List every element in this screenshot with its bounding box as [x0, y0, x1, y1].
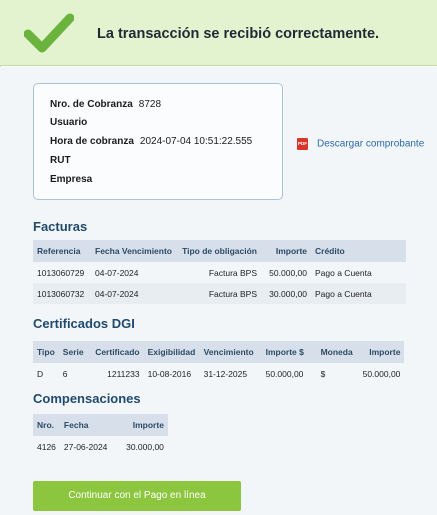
checkmark-icon — [24, 13, 74, 53]
facturas-header-cell: Tipo de obligación — [176, 240, 261, 262]
facturas-header-row: Referencia Fecha Vencimiento Tipo de oblig… — [33, 240, 406, 262]
table-cell: 4126 — [37, 441, 56, 452]
certificados-header-cell: Vencimiento — [199, 341, 262, 363]
compensaciones-table: Nro. Fecha Importe 4126 27-06-2024 30.000,00 — [33, 414, 168, 457]
table-cell: 50.000,00 — [265, 368, 304, 379]
table-row: 1013060729 04-07-2024 Factura BPS 50.000,00… — [33, 262, 406, 283]
continue-payment-button[interactable]: Continuar con el Pago en línea — [33, 481, 241, 511]
rut-row: RUT — [50, 155, 77, 166]
table-row: D 6 1211233 10-08-2016 31-12-2025 50.000,00 $5… — [33, 363, 404, 384]
empresa-label: Empresa — [50, 174, 93, 185]
compensaciones-title: Compensaciones — [33, 391, 141, 406]
cobranza-value: 8728 — [138, 99, 162, 110]
table-cell: 27-06-2024 — [63, 441, 108, 452]
table-cell: 1013060732 — [33, 283, 91, 304]
table-cell: 30.000,00 — [261, 283, 311, 304]
facturas-header-cell: Fecha Vencimiento — [91, 240, 176, 262]
table-cell: 50.000,00 — [269, 267, 307, 278]
download-receipt-label[interactable]: Descargar comprobante — [317, 139, 424, 150]
facturas-title: Facturas — [33, 219, 88, 234]
main-content: Nro. de Cobranza 8728 Usuario Hora de cob… — [0, 67, 437, 515]
table-cell: 1013060729 — [37, 267, 85, 278]
facturas-header-cell: Crédito — [311, 240, 406, 262]
cobranza-row: Nro. de Cobranza 8728 — [50, 99, 161, 110]
table-cell: 04-07-2024 — [91, 283, 176, 304]
table-cell: Pago a Cuenta — [315, 267, 372, 278]
hora-row: Hora de cobranza 2024-07-04 10:51:22.555 — [50, 136, 252, 147]
table-cell: Factura BPS — [208, 267, 257, 278]
certificados-header-cell: Importe $ — [261, 341, 317, 363]
hora-value: 2024-07-04 10:51:22.555 — [139, 136, 253, 147]
certificados-header-cell: Importe — [358, 341, 405, 363]
table-cell: 1211233 — [107, 368, 140, 379]
certificados-header-row: Tipo Serie Certificado Exigibilidad Vencimie… — [33, 341, 405, 363]
table-cell: 50.000,00 — [362, 368, 401, 379]
certificados-header-cell: Serie — [58, 341, 88, 363]
table-cell: D — [37, 368, 44, 379]
table-row: 4126 27-06-2024 30.000,00 — [33, 436, 168, 457]
facturas-header-cell: Importe — [261, 240, 311, 262]
compensaciones-header-cell: Fecha — [59, 414, 113, 436]
compensaciones-header-cell: Importe — [112, 414, 168, 436]
table-row: 1013060732 04-07-2024 Factura BPS 30.000,00… — [33, 283, 406, 304]
certificados-header-cell: Tipo — [33, 341, 59, 363]
cobranza-label: Nro. de Cobranza — [50, 99, 133, 110]
usuario-label: Usuario — [50, 117, 88, 128]
download-receipt-link[interactable]: PDF Descargar comprobante — [297, 138, 424, 150]
table-cell: 04-07-2024 — [95, 267, 139, 278]
transaction-info-card: Nro. de Cobranza 8728 Usuario Hora de cob… — [33, 83, 283, 200]
certificados-table: Tipo Serie Certificado Exigibilidad Vencimie… — [33, 341, 405, 384]
empresa-row: Empresa — [50, 174, 98, 185]
table-cell: $ — [320, 368, 326, 379]
success-banner: La transacción se recibió correctamente. — [0, 0, 437, 66]
table-cell: Pago a Cuenta — [311, 283, 406, 304]
hora-label: Hora de cobranza — [50, 136, 134, 147]
certificados-header-cell: Certificado — [87, 341, 144, 363]
success-message: La transacción se recibió correctamente. — [97, 26, 380, 42]
table-cell: 31-12-2025 — [203, 368, 248, 379]
facturas-table: Referencia Fecha Vencimiento Tipo de oblig… — [33, 240, 406, 304]
certificados-header-cell: Moneda — [316, 341, 359, 363]
usuario-row: Usuario — [50, 117, 93, 128]
compensaciones-header-row: Nro. Fecha Importe — [33, 414, 168, 436]
facturas-header-cell: Referencia — [33, 240, 91, 262]
table-cell: 30.000,00 — [126, 441, 164, 452]
certificados-title: Certificados DGI — [33, 316, 135, 331]
pdf-icon: PDF — [297, 138, 308, 150]
compensaciones-header-cell: Nro. — [33, 414, 60, 436]
table-cell: Factura BPS — [176, 283, 261, 304]
table-cell: 10-08-2016 — [147, 368, 192, 379]
certificados-header-cell: Exigibilidad — [143, 341, 200, 363]
table-cell: 6 — [62, 368, 68, 379]
rut-label: RUT — [50, 155, 71, 166]
